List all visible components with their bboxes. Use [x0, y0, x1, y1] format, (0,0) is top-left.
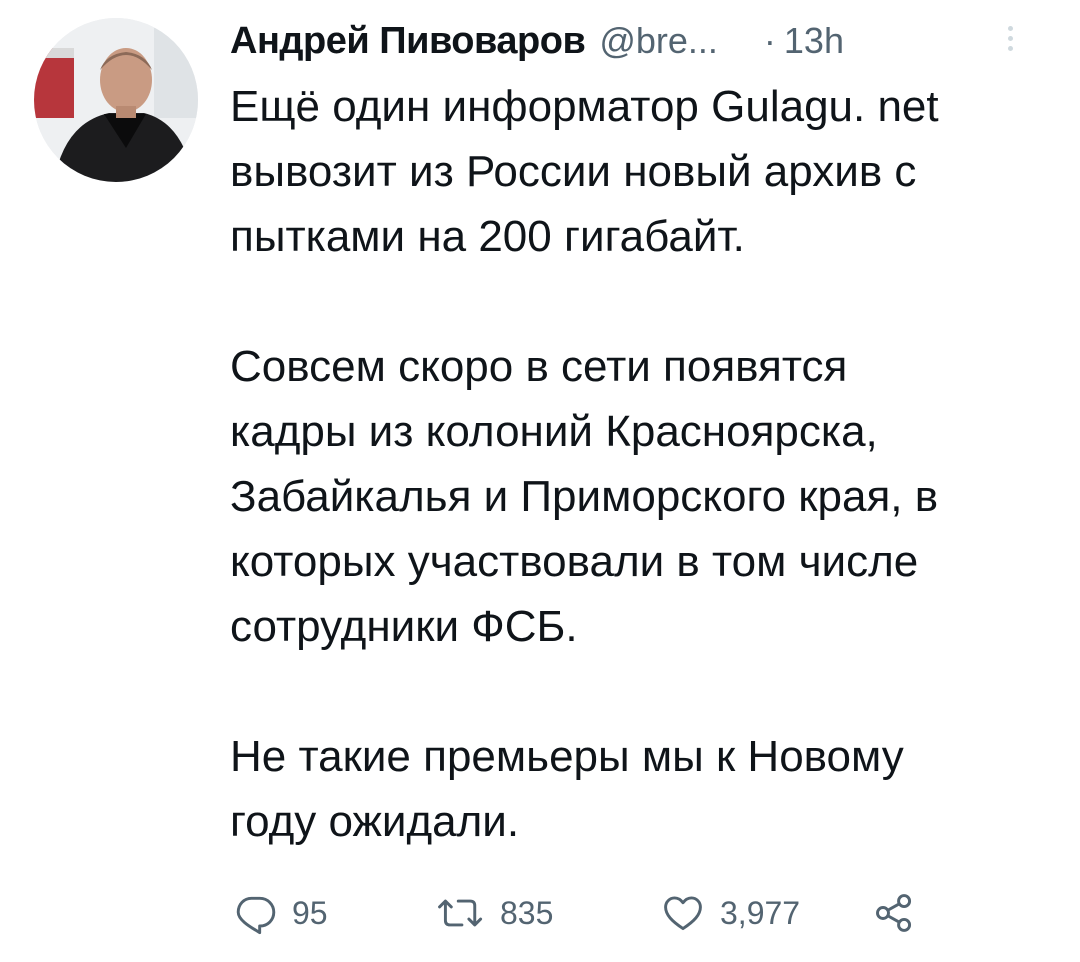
like-button[interactable]: 3,977 — [660, 888, 800, 938]
tweet-line: вывозит из России новый архив с — [230, 147, 917, 196]
tweet-line: Ещё один информатор Gulagu. net — [230, 82, 939, 131]
reply-icon — [236, 896, 276, 935]
tweet-line: Забайкалья и Приморского края, в — [230, 472, 939, 521]
heart-icon — [664, 896, 702, 931]
retweet-button[interactable]: 835 — [436, 888, 553, 938]
share-icon — [876, 894, 912, 932]
retweet-count: 835 — [500, 894, 554, 931]
reply-count: 95 — [292, 894, 328, 931]
tweet-line: кадры из колоний Красноярска, — [230, 407, 878, 456]
tweet-timestamp[interactable]: 13h — [784, 20, 844, 62]
retweet-icon — [438, 899, 483, 927]
tweet-paragraph: Совсем скоро в сети появятся кадры из ко… — [230, 334, 1050, 659]
tweet-paragraph: Ещё один информатор Gulagu. net вывозит … — [230, 74, 1050, 269]
like-count: 3,977 — [720, 894, 801, 931]
author-display-name[interactable]: Андрей Пивоваров — [230, 20, 586, 63]
tweet-line: Совсем скоро в сети появятся — [230, 342, 848, 391]
tweet-text: Ещё один информатор Gulagu. net вывозит … — [230, 74, 1050, 854]
tweet-line: пытками на 200 гигабайт. — [230, 212, 745, 261]
author-handle[interactable]: @bre... — [599, 20, 718, 62]
tweet-paragraph: Не такие премьеры мы к Новому году ожида… — [230, 724, 1050, 854]
tweet-line: которых участвовали в том числе — [230, 537, 919, 586]
reply-button[interactable]: 95 — [234, 888, 328, 938]
avatar-photo-icon — [34, 18, 198, 182]
tweet[interactable]: Андрей Пивоваров @bre... · 13h Ещё один … — [0, 0, 1080, 962]
tweet-line: сотрудники ФСБ. — [230, 602, 578, 651]
header-separator: · — [763, 20, 776, 61]
share-button[interactable] — [872, 888, 916, 938]
author-avatar[interactable] — [34, 18, 198, 182]
tweet-line: году ожидали. — [230, 797, 520, 846]
tweet-line: Не такие премьеры мы к Новому — [230, 732, 904, 781]
more-vertical-icon[interactable] — [1000, 22, 1020, 62]
tweet-header: Андрей Пивоваров @bre... · 13h — [230, 16, 1050, 66]
tweet-actions: 95 835 3,977 — [230, 888, 1050, 938]
